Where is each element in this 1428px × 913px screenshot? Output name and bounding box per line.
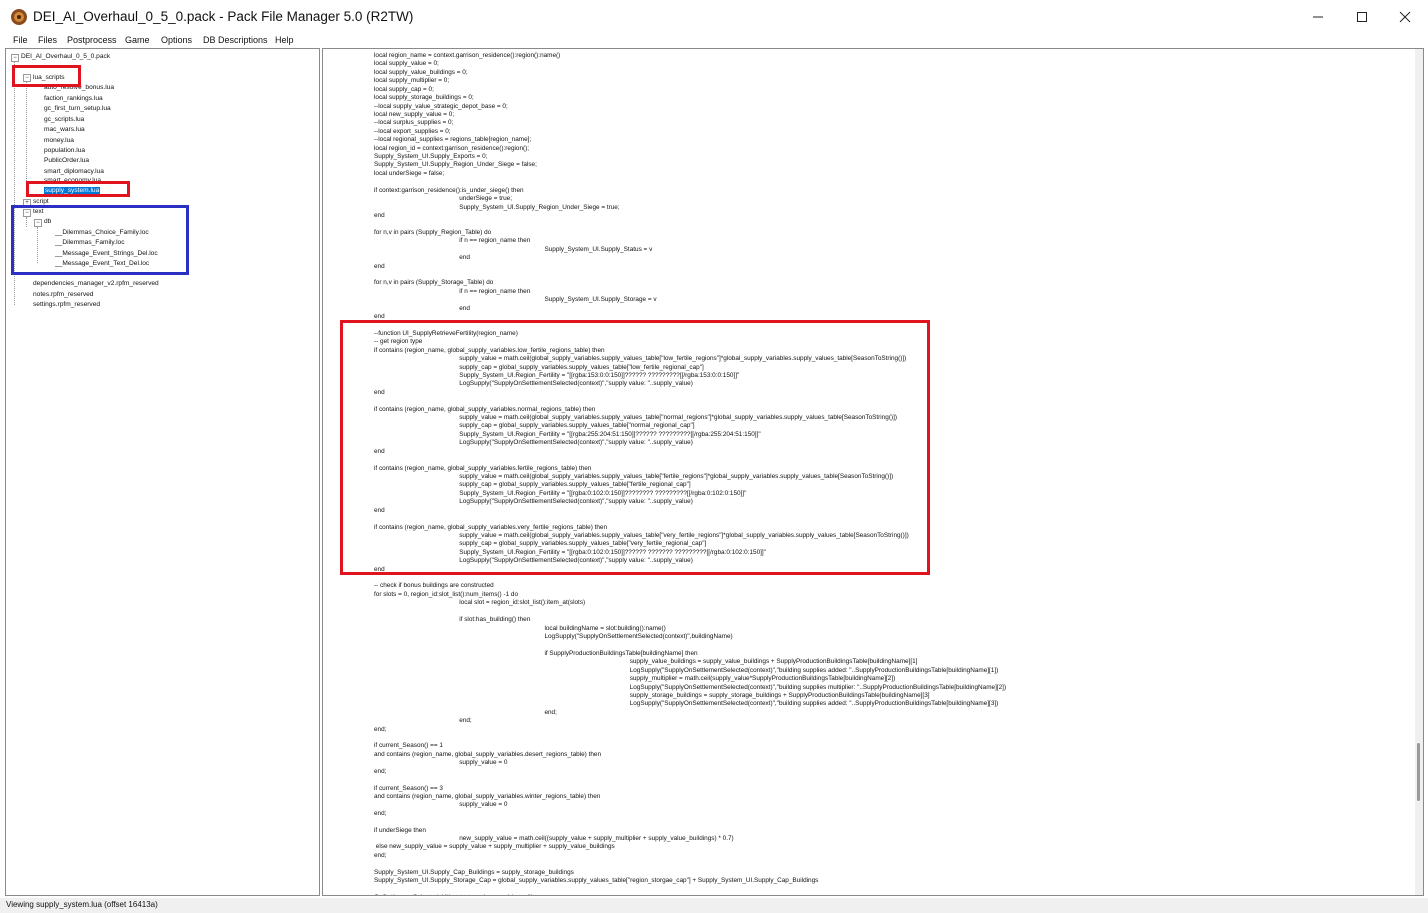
code-line: new_supply_value = math.ceil((supply_val… (374, 835, 734, 843)
tree-file[interactable]: faction_rankings.lua (44, 94, 103, 103)
menu-files[interactable]: Files (38, 35, 57, 45)
code-line: for slots = 0, region_id:slot_list():num… (374, 590, 519, 598)
annotation-supply-system (26, 181, 130, 197)
code-line: end (374, 304, 470, 312)
code-line: --local supply_value_strategic_depot_bas… (374, 102, 508, 110)
code-line: local new_supply_value = 0; (374, 110, 455, 118)
code-line: Supply_System_UI.Supply_Storage_Cap = gl… (374, 877, 819, 885)
code-line: and contains (region_name, global_supply… (374, 792, 601, 800)
code-line: end (374, 211, 385, 219)
maximize-button[interactable] (1339, 0, 1385, 33)
code-line: supply_value = 0 (374, 801, 508, 809)
code-line: Supply_System_UI.Supply_Exports = 0; (374, 153, 488, 161)
status-text: Viewing supply_system.lua (offset 16413a… (6, 900, 158, 909)
code-line: -- check if bonus buildings are construc… (374, 582, 494, 590)
code-line: end; (374, 717, 472, 725)
tree-file[interactable]: mac_wars.lua (44, 125, 85, 134)
menu-postprocess[interactable]: Postprocess (67, 35, 117, 45)
code-line: else new_supply_value = supply_value + s… (374, 843, 615, 851)
vertical-scrollbar[interactable] (1415, 49, 1423, 895)
menu-help[interactable]: Help (275, 35, 294, 45)
tree-file[interactable]: population.lua (44, 146, 85, 155)
code-line: Supply_System_UI.Supply_Storage = v (374, 296, 657, 304)
code-line: end; (374, 809, 387, 817)
code-line: LogSupply("SupplyOnSettlementSelected(co… (374, 700, 999, 708)
code-line: local supply_storage_buildings = 0; (374, 94, 474, 102)
file-tree[interactable]: − DEI_AI_Overhaul_0_5_0.pack − lua_scrip… (5, 48, 320, 896)
code-line: supply_multiplier = math.ceil(supply_val… (374, 675, 896, 683)
code-line: Supply_System_UI.Supply_Cap_Buildings = … (374, 868, 574, 876)
code-line: LogSupply("SupplyOnSettlementSelected(co… (374, 666, 999, 674)
tree-file[interactable]: notes.rpfm_reserved (33, 290, 93, 299)
code-line: Supply_System_UI.Supply_Status = v (374, 245, 653, 253)
menu-file[interactable]: File (13, 35, 28, 45)
code-line: if underSiege then (374, 826, 426, 834)
minimize-button[interactable] (1295, 0, 1341, 33)
code-line: --local surplus_supplies = 0; (374, 119, 454, 127)
code-line: and contains (region_name, global_supply… (374, 750, 602, 758)
code-line: local supply_value_buildings = 0; (374, 68, 468, 76)
code-line: supply_value = 0 (374, 759, 508, 767)
code-line: for n,v in pairs (Supply_Region_Table) d… (374, 228, 492, 236)
scrollbar-thumb[interactable] (1417, 743, 1420, 801)
tree-file[interactable]: smart_diplomacy.lua (44, 167, 104, 176)
maximize-icon (1357, 11, 1367, 22)
code-line: LogSupply("SupplyOnSettlementSelected(co… (374, 632, 733, 640)
status-bar: Viewing supply_system.lua (offset 16413a… (0, 898, 1428, 913)
code-line: end; (374, 725, 387, 733)
collapse-icon[interactable]: − (11, 54, 19, 62)
annotation-lua-scripts (12, 65, 81, 87)
menu-options[interactable]: Options (161, 35, 192, 45)
code-line: end; (374, 851, 387, 859)
title-bar: DEI_AI_Overhaul_0_5_0.pack - Pack File M… (0, 0, 1428, 33)
code-line: LogSupply("SupplyOnSettlementSelected(co… (374, 683, 1007, 691)
code-line: if slot:has_building() then (374, 616, 531, 624)
code-line: if n == region_name then (374, 237, 531, 245)
window-title: DEI_AI_Overhaul_0_5_0.pack - Pack File M… (33, 9, 414, 24)
close-button[interactable] (1382, 0, 1428, 33)
code-line: if current_Season() == 1 (374, 742, 443, 750)
code-line: end; (374, 708, 557, 716)
code-line: for n,v in pairs (Supply_Storage_Table) … (374, 279, 494, 287)
menu-db-descriptions[interactable]: DB Descriptions (203, 35, 268, 45)
tree-file[interactable]: settings.rpfm_reserved (33, 300, 100, 309)
code-line: local region_id = context:garrison_resid… (374, 144, 530, 152)
code-line: underSiege = true; (374, 195, 512, 203)
code-line: local underSiege = false; (374, 169, 445, 177)
tree-file[interactable]: PublicOrder.lua (44, 156, 89, 165)
code-line: local slot = region_id:slot_list():item_… (374, 599, 586, 607)
close-icon (1399, 11, 1411, 22)
code-line: Supply_System_UI.Supply_Region_Under_Sie… (374, 203, 620, 211)
annotation-text-db (11, 205, 189, 275)
code-line: local buildingName = slot:building():nam… (374, 624, 666, 632)
code-line: --local export_supplies = 0; (374, 127, 451, 135)
code-line: if n == region_name then (374, 287, 531, 295)
code-line: end (374, 254, 470, 262)
menu-bar: File Files Postprocess Game Options DB D… (0, 33, 1428, 47)
code-line: Supply_System_UI.Supply_Region_Under_Sie… (374, 161, 537, 169)
code-line: supply_value_buildings = supply_value_bu… (374, 658, 918, 666)
tree-file[interactable]: money.lua (44, 136, 74, 145)
menu-game[interactable]: Game (125, 35, 150, 45)
code-line: if context:garrison_residence():is_under… (374, 186, 524, 194)
code-line: OnSettlementSelected_UI(context:garrison… (374, 894, 533, 895)
code-line: if current_Season() == 3 (374, 784, 443, 792)
code-line: local supply_value = 0; (374, 60, 439, 68)
code-line: local supply_cap = 0; (374, 85, 434, 93)
app-icon (11, 9, 27, 25)
tree-guide (26, 81, 27, 191)
code-line: end (374, 262, 385, 270)
tree-root[interactable]: DEI_AI_Overhaul_0_5_0.pack (21, 52, 110, 61)
code-line: --local regional_supplies = regions_tabl… (374, 136, 532, 144)
code-line: end; (374, 767, 387, 775)
code-line: local supply_multiplier = 0; (374, 77, 450, 85)
tree-file[interactable]: gc_scripts.lua (44, 115, 84, 124)
minimize-icon (1313, 16, 1323, 17)
code-line: local region_name = context.garrison_res… (374, 52, 561, 59)
code-line: if SupplyProductionBuildingsTable[buildi… (374, 649, 698, 657)
annotation-fertility-block (340, 320, 930, 575)
code-line: supply_storage_buildings = supply_storag… (374, 691, 930, 699)
tree-file[interactable]: dependencies_manager_v2.rpfm_reserved (33, 279, 159, 288)
tree-file[interactable]: gc_first_turn_setup.lua (44, 104, 111, 113)
